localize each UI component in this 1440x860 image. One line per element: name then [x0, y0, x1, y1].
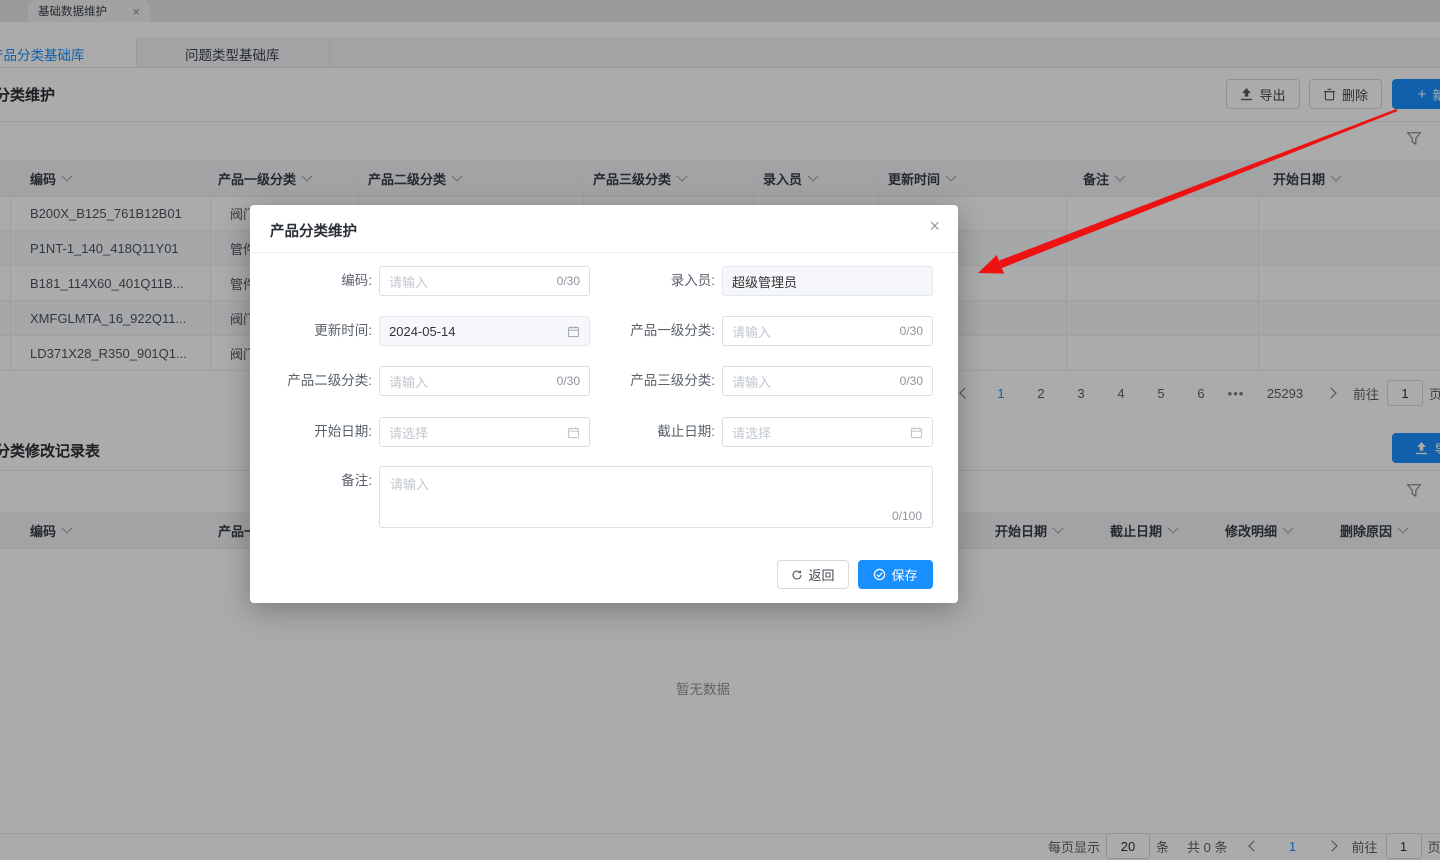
calendar-icon	[567, 325, 580, 337]
update-time-field-label: 更新时间:	[314, 323, 372, 338]
code-field-label: 编码:	[341, 273, 372, 288]
char-counter: 0/30	[899, 324, 923, 338]
start-date-input[interactable]: 请选择	[379, 417, 590, 447]
level3-input[interactable]: 请输入 0/30	[722, 366, 933, 396]
dialog-title: 产品分类维护	[270, 224, 357, 240]
start-date-field-label: 开始日期:	[314, 424, 372, 439]
level2-input[interactable]: 请输入 0/30	[379, 366, 590, 396]
update-time-input: 2024-05-14	[379, 316, 590, 346]
level1-field-label: 产品一级分类:	[630, 323, 715, 338]
end-date-field-label: 截止日期:	[657, 424, 715, 439]
product-category-dialog: 产品分类维护 × 编码: 请输入 0/30 录入员: 超级管理员 更新时间: 2…	[250, 205, 958, 603]
app-window: 基础数据维护 × 产品分类基础库 问题类型基础库 分类维护 导出 删除 + 新增	[0, 0, 1440, 860]
calendar-icon	[567, 426, 580, 438]
recorder-field-label: 录入员:	[670, 273, 715, 288]
level1-input[interactable]: 请输入 0/30	[722, 316, 933, 346]
char-counter: 0/30	[899, 374, 923, 388]
level2-field-label: 产品二级分类:	[287, 373, 372, 388]
level3-field-label: 产品三级分类:	[630, 373, 715, 388]
char-counter: 0/30	[556, 374, 580, 388]
end-date-input[interactable]: 请选择	[722, 417, 933, 447]
recorder-input: 超级管理员	[722, 266, 933, 296]
refresh-icon	[792, 569, 803, 579]
back-button[interactable]: 返回	[777, 560, 849, 589]
char-counter: 0/30	[556, 274, 580, 288]
back-button-label: 返回	[808, 568, 835, 583]
remark-textarea[interactable]: 请输入 0/100	[379, 466, 933, 528]
close-icon[interactable]: ×	[929, 216, 940, 237]
calendar-icon	[910, 426, 923, 438]
remark-field-label: 备注:	[341, 473, 372, 488]
code-input[interactable]: 请输入 0/30	[379, 266, 590, 296]
check-circle-icon	[874, 568, 886, 581]
save-button[interactable]: 保存	[858, 560, 933, 589]
save-button-label: 保存	[891, 568, 918, 583]
char-counter: 0/100	[891, 509, 922, 523]
